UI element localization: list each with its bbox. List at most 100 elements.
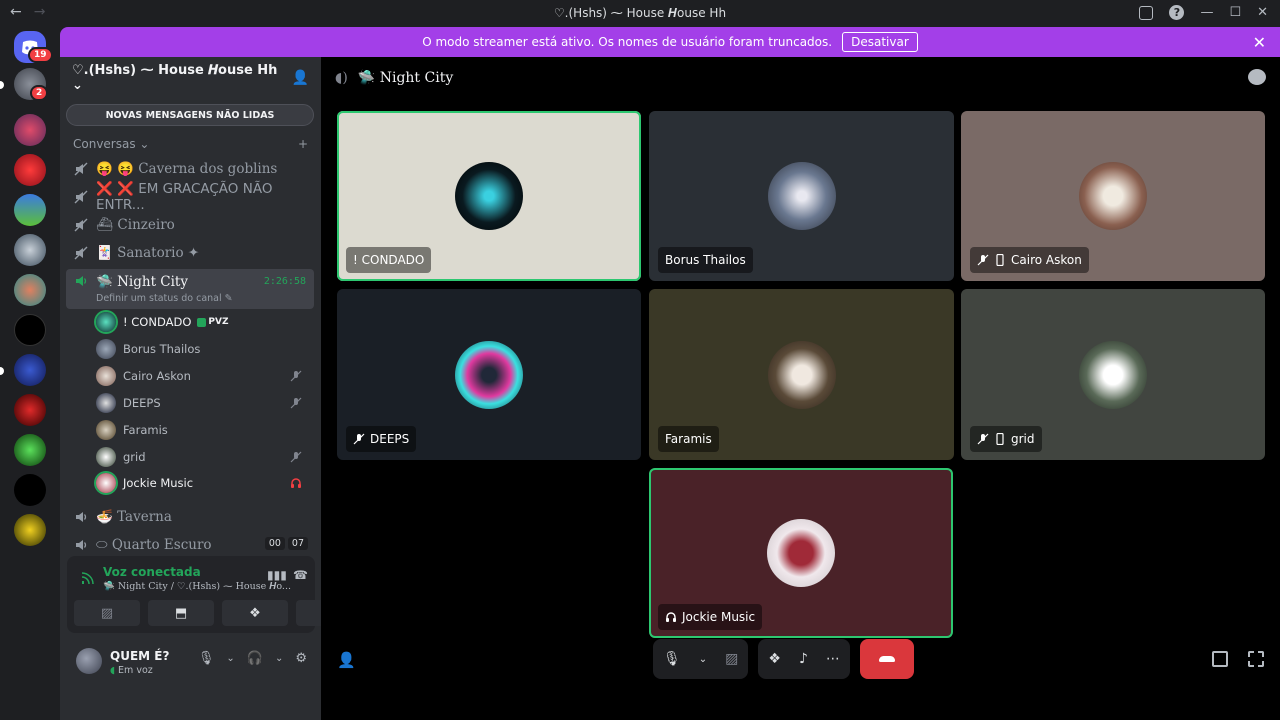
participant-tile[interactable]: DEEPS: [337, 289, 641, 460]
screen-share-icon: ⬒: [174, 605, 188, 621]
popout-icon[interactable]: [1212, 651, 1228, 667]
participant-tile[interactable]: Faramis: [649, 289, 954, 460]
camera-off-icon[interactable]: ▨: [725, 651, 738, 667]
soundboard-icon[interactable]: ♪: [799, 651, 808, 667]
fullscreen-icon[interactable]: [1248, 651, 1264, 667]
mobile-icon: [994, 253, 1006, 267]
participant-tile[interactable]: ! CONDADO: [337, 111, 641, 281]
participant-tile[interactable]: Borus Thailos: [649, 111, 954, 281]
server-icon-5[interactable]: [14, 234, 46, 266]
signal-icon[interactable]: [81, 570, 95, 585]
activities-button[interactable]: ❖: [222, 600, 288, 626]
avatar: [96, 366, 116, 386]
voice-channel[interactable]: 🃏 Sanatorio ✦: [66, 240, 314, 266]
invite-user-icon[interactable]: 👤: [337, 651, 356, 669]
audio-options-chevron-icon[interactable]: ⌄: [275, 653, 283, 664]
server-icon-6[interactable]: [14, 274, 46, 306]
avatar: [1079, 340, 1147, 409]
microphone-icon[interactable]: 🎙: [663, 651, 681, 667]
mic-muted-icon: [977, 433, 989, 445]
unread-messages-pill[interactable]: NOVAS MENSAGENS NÃO LIDAS: [66, 104, 314, 126]
user-name[interactable]: QUEM É?: [110, 649, 169, 663]
participant-tile[interactable]: Jockie Music: [649, 468, 953, 638]
close-window-button[interactable]: ✕: [1257, 5, 1268, 20]
disconnect-icon[interactable]: ☎: [293, 568, 308, 582]
server-rail: 19 2: [0, 27, 60, 720]
chat-bubble-icon[interactable]: [1248, 69, 1266, 85]
activities-group: ❖ ♪ ⋯: [758, 639, 850, 679]
avatar: [96, 420, 116, 440]
more-options-icon[interactable]: ⋯: [826, 651, 840, 667]
speaker-muted-icon: [74, 538, 88, 552]
member-name: Jockie Music: [123, 476, 194, 490]
settings-gear-icon[interactable]: ⚙: [295, 651, 307, 666]
server-icon-12[interactable]: [14, 514, 46, 546]
user-panel: QUEM É? ◖ Em voz 🎙 ⌄ 🎧 ⌄ ⚙: [60, 635, 321, 687]
voice-status[interactable]: Voz conectada: [103, 565, 201, 579]
mic-options-chevron-icon[interactable]: ⌄: [226, 653, 234, 664]
avatar: [767, 340, 836, 409]
maximize-button[interactable]: ☐: [1229, 5, 1241, 20]
avatar[interactable]: [76, 648, 102, 674]
channel-status[interactable]: Definir um status do canal ✎: [96, 293, 233, 304]
screen-share-button[interactable]: ⬒: [148, 600, 214, 626]
hangup-icon: [878, 656, 895, 662]
disable-streamer-button[interactable]: Desativar: [842, 32, 918, 52]
server-header[interactable]: ♡.(Hshs) ⁓ House 𝑯ouse Hh ⌄ 👤: [60, 57, 321, 99]
voice-member[interactable]: Cairo Askon: [96, 364, 308, 388]
camera-off-icon: ▨: [100, 605, 114, 621]
voice-channel-active[interactable]: 🛸 Night City 2:26:58 Definir um status d…: [66, 269, 314, 309]
minimize-button[interactable]: —: [1200, 5, 1213, 20]
activities-icon[interactable]: ❖: [768, 651, 781, 667]
camera-off-button[interactable]: ▨: [74, 600, 140, 626]
user-limit: 07: [287, 537, 308, 550]
add-channel-icon[interactable]: +: [298, 137, 308, 151]
participant-label: ! CONDADO: [346, 247, 432, 273]
mic-camera-group: 🎙 ⌄ ▨: [653, 639, 749, 679]
add-member-icon[interactable]: 👤: [292, 70, 309, 86]
mic-options-chevron-icon[interactable]: ⌄: [699, 654, 707, 665]
mic-muted-icon: [290, 370, 302, 382]
soundboard-wave-icon[interactable]: ▮▮▮: [267, 568, 287, 582]
inbox-icon[interactable]: [1139, 5, 1154, 20]
participant-tile[interactable]: grid: [961, 289, 1265, 460]
title-bar: ← → ♡.(Hshs) ⁓ House 𝑯ouse Hh ? — ☐ ✕: [0, 0, 1280, 27]
server-icon-8[interactable]: [14, 354, 46, 386]
voice-channel[interactable]: ❌ ❌ EM GRACAÇÃO NÃO ENTR...: [66, 181, 314, 213]
voice-channel[interactable]: ⛴ Cinzeiro: [66, 212, 314, 238]
mic-muted-icon: [977, 254, 989, 266]
server-icon-7[interactable]: [14, 314, 46, 346]
channel-name: ⬭ Quarto Escuro: [96, 537, 212, 553]
disconnect-button[interactable]: [859, 639, 914, 679]
help-icon[interactable]: ?: [1169, 5, 1185, 20]
channel-name: ⛴ Cinzeiro: [96, 217, 175, 233]
deafened-icon: [290, 477, 302, 489]
server-icon-9[interactable]: [14, 394, 46, 426]
voice-channel[interactable]: 😝 😝 Caverna dos goblins: [66, 156, 314, 182]
participant-tile[interactable]: Cairo Askon: [961, 111, 1265, 281]
participant-label: Faramis: [658, 426, 719, 452]
category-header[interactable]: Conversas ⌄ +: [73, 137, 308, 151]
server-icon-3[interactable]: [14, 154, 46, 186]
channel-title: 🛸 Night City: [357, 70, 454, 86]
avatar: [455, 340, 523, 409]
headphones-icon[interactable]: 🎧: [247, 651, 263, 666]
voice-member[interactable]: grid: [96, 445, 308, 469]
microphone-icon[interactable]: 🎙: [198, 651, 215, 666]
voice-channel[interactable]: 🍜 Taverna: [66, 504, 314, 530]
voice-channel[interactable]: ⬭ Quarto Escuro 00 07: [66, 532, 314, 558]
voice-member[interactable]: ! CONDADO PVZ: [96, 310, 308, 334]
server-icon-10[interactable]: [14, 434, 46, 466]
voice-member[interactable]: Faramis: [96, 418, 308, 442]
channel-header: ◖) 🛸 Night City: [321, 57, 1280, 99]
voice-member[interactable]: Borus Thailos: [96, 337, 308, 361]
voice-member[interactable]: DEEPS: [96, 391, 308, 415]
avatar: [767, 519, 835, 587]
server-icon-11[interactable]: [14, 474, 46, 506]
speaker-muted-icon: [74, 246, 88, 260]
voice-location[interactable]: 🛸 Night City / ♡.(Hshs) ⁓ House 𝑯o...: [103, 581, 291, 592]
voice-member[interactable]: Jockie Music: [96, 471, 308, 495]
server-icon-4[interactable]: [14, 194, 46, 226]
close-icon[interactable]: ✕: [1253, 33, 1266, 52]
server-icon-2[interactable]: [14, 114, 46, 146]
